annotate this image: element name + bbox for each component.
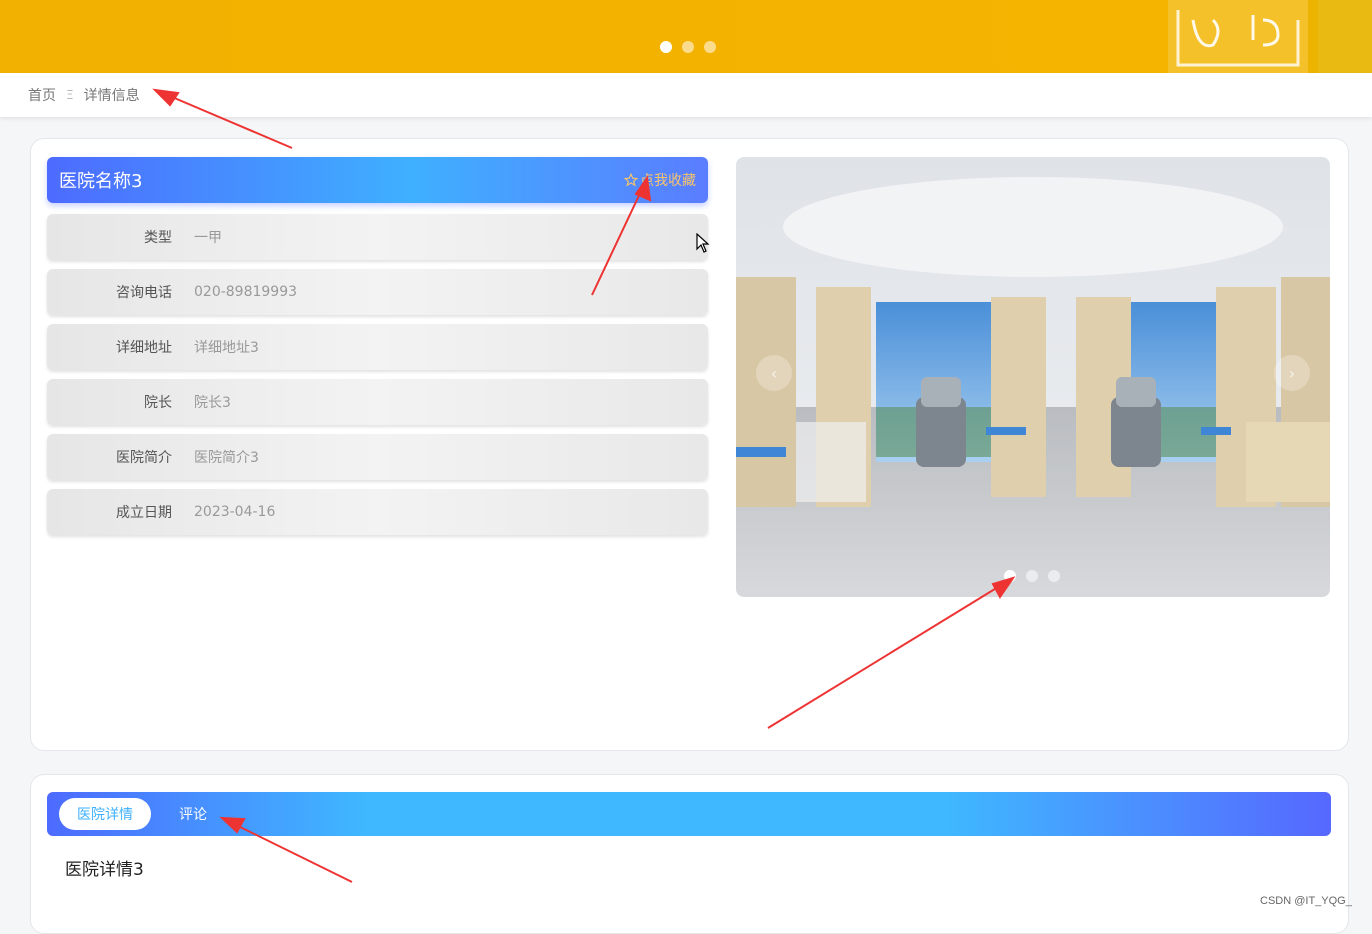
carousel-next-button[interactable]: ›	[1274, 355, 1310, 391]
breadcrumb-current: 详情信息	[83, 88, 140, 104]
hospital-detail-card: 医院详情 评论 医院详情3	[30, 774, 1349, 934]
info-value: 2023-04-16	[194, 504, 276, 520]
info-value: 医院简介3	[194, 450, 259, 466]
chevron-right-icon: ›	[1288, 363, 1296, 383]
info-label: 成立日期	[116, 505, 172, 521]
banner-dot[interactable]	[704, 41, 716, 53]
carousel-prev-button[interactable]: ‹	[756, 355, 792, 391]
info-label: 咨询电话	[116, 285, 172, 301]
info-row-phone: 咨询电话 020-89819993	[47, 269, 708, 315]
info-row-type: 类型 一甲	[47, 214, 708, 260]
hospital-info-card: 医院名称3 点我收藏 类型 一甲 咨询电话 020-89819993 详细地址 …	[30, 138, 1349, 751]
carousel-dot[interactable]	[1048, 570, 1060, 582]
info-value: 一甲	[194, 230, 222, 246]
hospital-name: 医院名称3	[59, 171, 143, 192]
chevron-left-icon: ‹	[770, 363, 778, 383]
tab-comments[interactable]: 评论	[161, 798, 225, 830]
hospital-title-bar: 医院名称3 点我收藏	[47, 157, 708, 203]
breadcrumb-separator: Ξ	[66, 88, 74, 102]
info-row-director: 院长 院长3	[47, 379, 708, 425]
detail-tab-bar: 医院详情 评论	[47, 792, 1331, 836]
info-label: 类型	[144, 230, 172, 246]
favorite-label: 点我收藏	[640, 173, 696, 189]
watermark: CSDN @IT_YQG_	[1260, 895, 1352, 907]
carousel-dot[interactable]	[1004, 570, 1016, 582]
tab-hospital-details[interactable]: 医院详情	[59, 798, 151, 830]
breadcrumb: 首页 Ξ 详情信息	[0, 73, 1372, 117]
clinic-room-image	[736, 157, 1330, 597]
hospital-detail-content: 医院详情3	[65, 860, 144, 880]
info-value: 详细地址3	[194, 340, 259, 356]
banner-dot[interactable]	[660, 41, 672, 53]
banner-decoration	[1168, 0, 1372, 73]
info-row-founded: 成立日期 2023-04-16	[47, 489, 708, 535]
favorite-button[interactable]: 点我收藏	[624, 170, 696, 190]
info-label: 院长	[144, 395, 172, 411]
info-label: 医院简介	[116, 450, 172, 466]
star-outline-icon	[624, 173, 638, 187]
banner-pagination	[660, 41, 716, 53]
carousel-pagination	[1004, 570, 1060, 582]
info-row-intro: 医院简介 医院简介3	[47, 434, 708, 480]
hospital-image-carousel[interactable]: ‹ ›	[736, 157, 1330, 597]
mouse-cursor-icon	[696, 233, 710, 253]
carousel-dot[interactable]	[1026, 570, 1038, 582]
info-label: 详细地址	[116, 340, 172, 356]
info-row-address: 详细地址 详细地址3	[47, 324, 708, 370]
breadcrumb-home-link[interactable]: 首页	[28, 85, 56, 105]
info-value: 020-89819993	[194, 284, 298, 300]
banner-dot[interactable]	[682, 41, 694, 53]
info-value: 院长3	[194, 395, 231, 411]
top-banner	[0, 0, 1372, 73]
